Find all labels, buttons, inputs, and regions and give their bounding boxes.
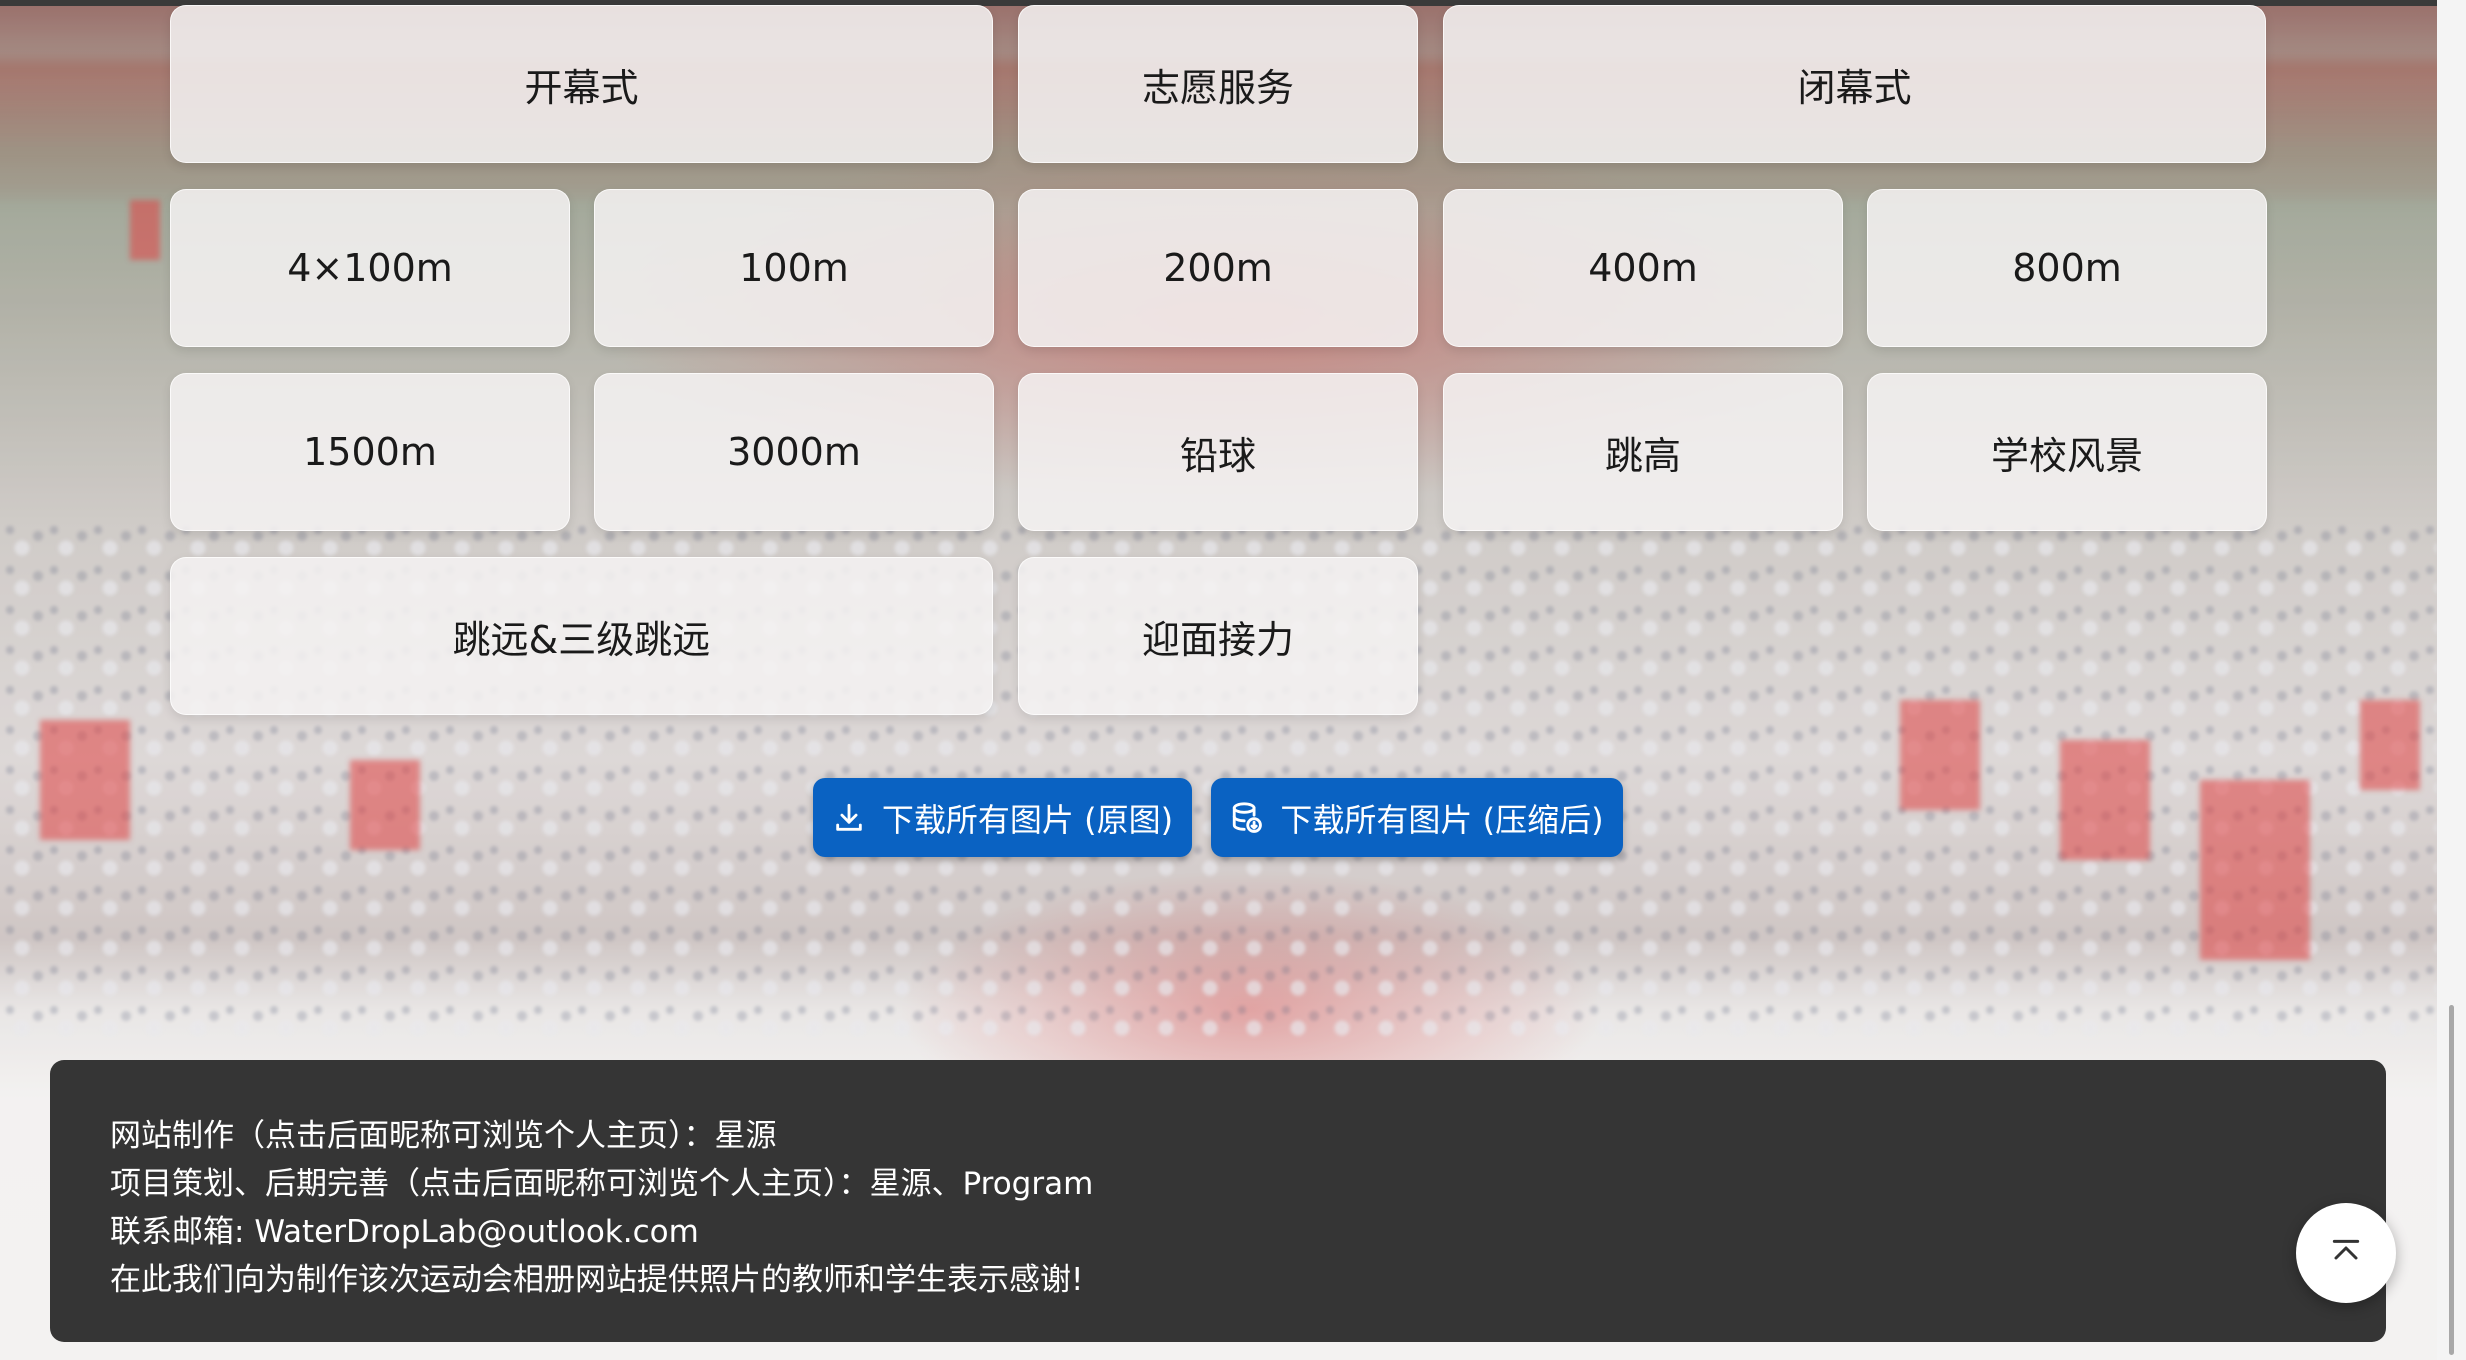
download-compressed-label: 下载所有图片 (压缩后) (1280, 800, 1604, 839)
download-all-compressed-button[interactable]: 下载所有图片 (压缩后) (1211, 778, 1623, 857)
arrow-up-to-top-icon (2332, 1239, 2360, 1260)
footer-credits-line: 网站制作（点击后面昵称可浏览个人主页）：星源 (110, 1112, 2386, 1160)
category-volunteer-service[interactable]: 志愿服务 (1018, 5, 1418, 163)
category-4x100m[interactable]: 4×100m (170, 189, 570, 347)
category-shuttle-relay[interactable]: 迎面接力 (1018, 557, 1418, 715)
category-shot-put[interactable]: 铅球 (1018, 373, 1418, 531)
category-long-jump-triple-jump[interactable]: 跳远&三级跳远 (170, 557, 993, 715)
footer-separator: 、 (931, 1166, 963, 1202)
category-closing-ceremony[interactable]: 闭幕式 (1443, 5, 2266, 163)
database-download-icon (1233, 801, 1263, 833)
category-1500m[interactable]: 1500m (170, 373, 570, 531)
back-to-top-button[interactable] (2296, 1203, 2396, 1303)
download-original-label: 下载所有图片 (原图) (881, 800, 1174, 839)
category-100m[interactable]: 100m (594, 189, 994, 347)
category-200m[interactable]: 200m (1018, 189, 1418, 347)
category-opening-ceremony[interactable]: 开幕式 (170, 5, 993, 163)
category-school-scenery[interactable]: 学校风景 (1867, 373, 2267, 531)
download-all-original-button[interactable]: 下载所有图片 (原图) (813, 778, 1192, 857)
footer-site-made-by-label: 网站制作（点击后面昵称可浏览个人主页）： (110, 1118, 715, 1154)
footer-planning-label: 项目策划、后期完善（点击后面昵称可浏览个人主页）： (110, 1166, 870, 1202)
category-high-jump[interactable]: 跳高 (1443, 373, 1843, 531)
footer-thanks-line: 在此我们向为制作该次运动会相册网站提供照片的教师和学生表示感谢! (110, 1262, 1084, 1298)
planner-link-xingyuan[interactable]: 星源 (870, 1166, 932, 1202)
scrollbar-thumb[interactable] (2449, 1005, 2454, 1355)
footer-email-label: 联系邮箱: (110, 1214, 245, 1250)
author-link-xingyuan[interactable]: 星源 (715, 1118, 777, 1154)
download-icon (836, 803, 862, 831)
footer-email-address: WaterDropLab@outlook.com (254, 1214, 699, 1250)
planner-link-program[interactable]: Program (963, 1166, 1094, 1202)
category-800m[interactable]: 800m (1867, 189, 2267, 347)
page-scrollbar[interactable] (2437, 0, 2466, 1360)
site-footer: 网站制作（点击后面昵称可浏览个人主页）：星源 项目策划、后期完善（点击后面昵称可… (50, 1060, 2386, 1342)
category-400m[interactable]: 400m (1443, 189, 1843, 347)
category-3000m[interactable]: 3000m (594, 373, 994, 531)
footer-planning-line: 项目策划、后期完善（点击后面昵称可浏览个人主页）：星源、Program (110, 1160, 2386, 1208)
footer-email-line: 联系邮箱: WaterDropLab@outlook.com (110, 1208, 2386, 1256)
